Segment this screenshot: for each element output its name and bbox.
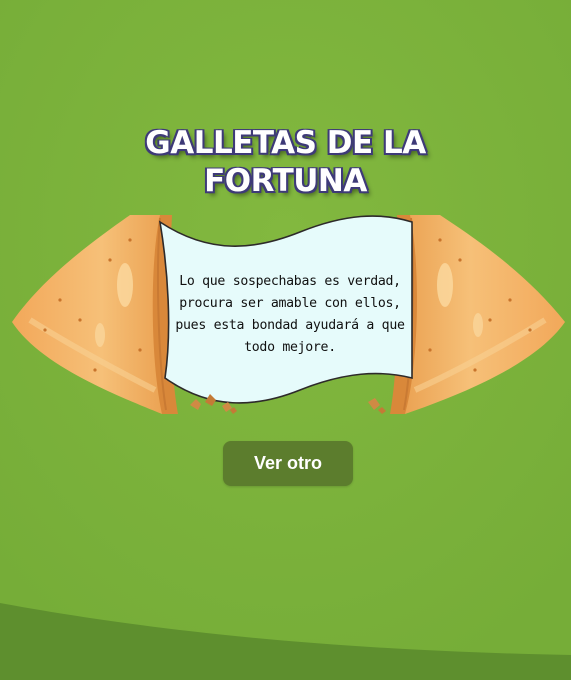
ver-otro-button[interactable]: Ver otro — [223, 441, 353, 486]
fortune-message: Lo que sospechabas es verdad, procura se… — [175, 274, 405, 355]
title-line-1: GALLETAS DE LA — [145, 125, 426, 161]
left-cookie-half-icon — [12, 215, 178, 414]
title-line-2: FORTUNA — [204, 163, 367, 199]
page-title: GALLETAS DE LA FORTUNA — [0, 124, 571, 200]
